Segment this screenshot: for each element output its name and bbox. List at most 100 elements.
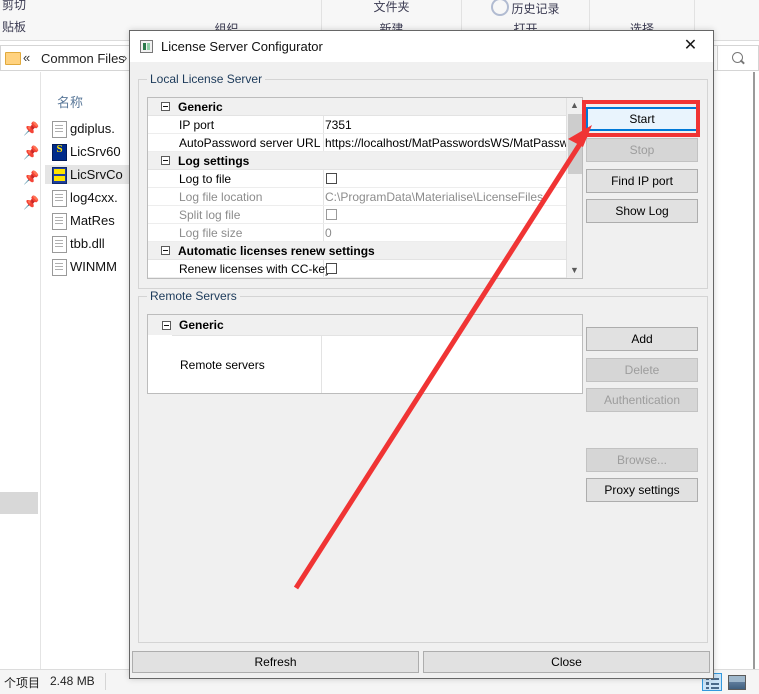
property-label: Log file location	[179, 190, 263, 204]
proxy-settings-button[interactable]: Proxy settings	[586, 478, 698, 502]
search-input[interactable]	[717, 45, 759, 71]
dialog-close-button[interactable]: Close	[423, 651, 710, 673]
log-to-file-checkbox[interactable]	[326, 173, 337, 184]
file-list: 名称 gdiplus. LicSrv60 LicSrvCo log4cxx. M…	[41, 72, 175, 672]
property-row-renew-cc-key[interactable]: Renew licenses with CC-key	[148, 260, 582, 278]
close-icon: ✕	[683, 37, 698, 54]
file-name: MatRes	[70, 213, 115, 228]
find-ip-port-button[interactable]: Find IP port	[586, 169, 698, 193]
breadcrumb-overflow-chevron-icon[interactable]: «	[23, 50, 30, 65]
license-server-configurator-dialog: License Server Configurator ✕ Local Lice…	[129, 30, 714, 679]
status-divider	[105, 673, 106, 690]
collapse-icon[interactable]	[161, 102, 170, 111]
file-name: tbb.dll	[70, 236, 105, 251]
property-name-cell: Log to file	[148, 170, 324, 187]
property-value-autopassword-url[interactable]: https://localhost/MatPasswordsWS/MatPass…	[325, 136, 568, 150]
breadcrumb-separator-icon[interactable]: ›	[123, 50, 127, 65]
remote-servers-grid[interactable]: Generic Remote servers	[147, 314, 583, 394]
property-row-autopassword-url[interactable]: AutoPassword server URL https://localhos…	[148, 134, 582, 152]
file-name: LicSrv60	[70, 144, 121, 159]
property-row-split-log-file[interactable]: Split log file	[148, 206, 582, 224]
authentication-button: Authentication	[586, 388, 698, 412]
file-name: gdiplus.	[70, 121, 115, 136]
search-icon	[732, 52, 743, 63]
property-value-ip-port[interactable]: 7351	[325, 118, 352, 132]
ribbon-group-new-top: 文件夹	[373, 0, 410, 14]
file-name: LicSrvCo	[70, 167, 123, 182]
property-name-cell: IP port	[148, 116, 324, 133]
property-label: Log to file	[179, 172, 232, 186]
property-category-auto-renew[interactable]: Automatic licenses renew settings	[148, 242, 582, 260]
show-log-button[interactable]: Show Log	[586, 199, 698, 223]
exe-file-icon	[52, 143, 67, 161]
property-name-cell: Split log file	[148, 206, 324, 223]
generic-file-icon	[52, 236, 67, 253]
property-name-cell: Renew licenses with Vouch...	[148, 278, 324, 279]
collapse-icon[interactable]	[162, 321, 171, 330]
app-icon	[140, 40, 153, 53]
property-name-cell: AutoPassword server URL	[148, 134, 324, 151]
renew-cc-key-checkbox[interactable]	[326, 263, 337, 274]
property-row-ip-port[interactable]: IP port 7351	[148, 116, 582, 134]
file-name: log4cxx.	[70, 190, 118, 205]
split-log-file-checkbox	[326, 209, 337, 220]
add-button[interactable]: Add	[586, 327, 698, 351]
property-row-log-to-file[interactable]: Log to file	[148, 170, 582, 188]
property-category-generic[interactable]: Generic	[148, 98, 582, 116]
remote-category-generic[interactable]: Generic	[148, 315, 582, 335]
property-name-cell: Renew licenses with CC-key	[148, 260, 331, 277]
window-right-edge	[753, 72, 755, 672]
category-label: Log settings	[178, 154, 250, 168]
property-name-cell: Log file size	[148, 224, 324, 241]
property-row-log-file-size[interactable]: Log file size 0	[148, 224, 582, 242]
local-license-server-group-title: Local License Server	[147, 72, 266, 86]
pin-icon: 📌	[23, 170, 40, 185]
property-row-renew-voucher[interactable]: Renew licenses with Vouch...	[148, 278, 582, 279]
scroll-up-icon[interactable]: ▲	[567, 98, 582, 113]
close-icon-button[interactable]: ✕	[668, 31, 713, 61]
large-icons-view-button[interactable]	[726, 673, 746, 691]
generic-file-icon	[52, 213, 67, 230]
collapse-icon[interactable]	[161, 156, 170, 165]
delete-button: Delete	[586, 358, 698, 382]
remote-servers-row[interactable]: Remote servers	[172, 335, 582, 393]
pin-icon: 📌	[23, 195, 40, 210]
file-name: WINMM	[70, 259, 117, 274]
remote-servers-group-title: Remote Servers	[147, 289, 240, 303]
refresh-button[interactable]: Refresh	[132, 651, 419, 673]
property-row-log-file-location[interactable]: Log file location C:\ProgramData\Materia…	[148, 188, 582, 206]
property-label: Split log file	[179, 208, 241, 222]
category-label: Generic	[179, 318, 224, 332]
dialog-title-bar: License Server Configurator ✕	[130, 31, 713, 62]
remote-servers-name-cell: Remote servers	[172, 336, 322, 393]
category-label: Automatic licenses renew settings	[178, 244, 375, 258]
ribbon-group-open-top: 历史记录	[462, 0, 589, 17]
ribbon-clipboard-label: 贴板	[2, 20, 27, 34]
generic-file-icon	[52, 121, 67, 138]
scrollbar-thumb[interactable]	[568, 114, 582, 174]
local-settings-property-grid[interactable]: Generic IP port 7351 AutoPassword server…	[147, 97, 583, 279]
property-label: Log file size	[179, 226, 243, 240]
column-header-name[interactable]: 名称	[57, 92, 83, 111]
collapse-icon[interactable]	[161, 246, 170, 255]
property-category-log-settings[interactable]: Log settings	[148, 152, 582, 170]
remote-servers-label: Remote servers	[180, 358, 265, 372]
scroll-down-icon[interactable]: ▼	[567, 263, 582, 278]
property-grid-scrollbar[interactable]: ▲ ▼	[566, 98, 582, 278]
status-item-count: 个项目	[4, 676, 41, 690]
property-value-log-file-size: 0	[325, 226, 332, 240]
pin-icon: 📌	[23, 145, 40, 160]
nav-pane-scrollbar-thumb[interactable]	[0, 492, 38, 514]
ribbon-group-open-top-label: 历史记录	[511, 2, 560, 16]
folder-icon	[5, 52, 21, 65]
property-name-cell: Log file location	[148, 188, 324, 205]
category-label: Generic	[178, 100, 223, 114]
generic-file-icon	[52, 190, 67, 207]
start-button[interactable]: Start	[586, 107, 698, 131]
stop-button: Stop	[586, 138, 698, 162]
property-label: AutoPassword server URL	[179, 136, 321, 150]
breadcrumb-current-folder[interactable]: Common Files	[41, 51, 125, 66]
browse-button: Browse...	[586, 448, 698, 472]
cfg-file-icon	[52, 167, 67, 184]
history-icon	[491, 0, 510, 16]
